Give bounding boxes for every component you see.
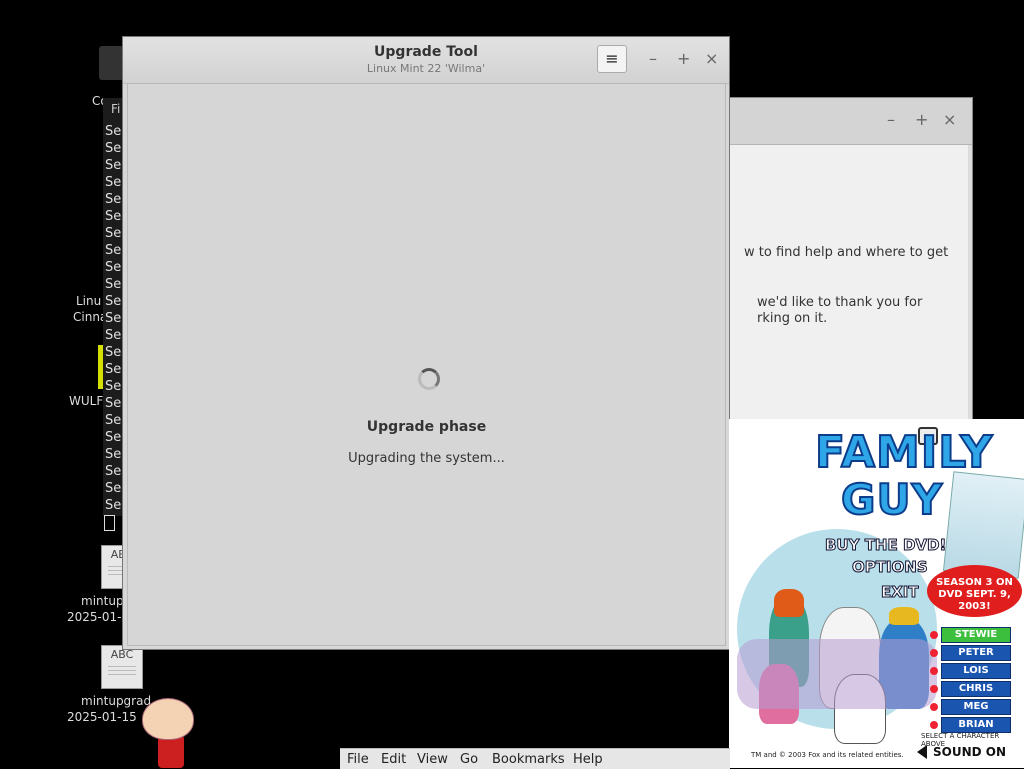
couch-shape <box>737 639 937 709</box>
buy-dvd-link[interactable]: BUY THE DVD! <box>824 536 946 555</box>
minimize-icon[interactable]: – <box>649 49 657 68</box>
background-window-line: Se <box>105 243 122 258</box>
dvd-cover-image <box>942 471 1024 579</box>
minimize-icon[interactable]: – <box>887 110 895 129</box>
exit-link[interactable]: EXIT <box>881 583 920 602</box>
upgrade-tool-window[interactable]: Upgrade Tool Linux Mint 22 'Wilma' ≡ – +… <box>122 36 730 650</box>
speaker-icon[interactable] <box>917 745 927 759</box>
chris-cap <box>889 607 919 625</box>
menu-go[interactable]: Go <box>460 752 478 767</box>
welcome-text-1: w to find help and where to get <box>744 245 949 260</box>
background-window-line: Se <box>105 175 122 190</box>
background-window-line: Se <box>105 481 122 496</box>
sound-toggle[interactable]: SOUND ON <box>933 745 1006 759</box>
upgrade-content: Upgrade phase Upgrading the system... <box>127 83 726 646</box>
phase-status: Upgrading the system... <box>348 451 505 466</box>
background-window-line: Se <box>105 430 122 445</box>
character-brian-button[interactable]: BRIAN <box>930 717 1011 733</box>
lois-hair <box>774 589 804 617</box>
character-list: STEWIE PETER LOIS CHRIS MEG BRIAN <box>930 627 1011 735</box>
season-badge: SEASON 3 ON DVD SEPT. 9, 2003! <box>927 565 1022 617</box>
background-window-line: Se <box>105 141 122 156</box>
background-window-line: Se <box>105 294 122 309</box>
welcome-window-content: w to find help and where to get we'd lik… <box>729 145 968 420</box>
maximize-icon[interactable]: + <box>915 110 928 129</box>
background-window-line: Se <box>105 158 122 173</box>
menu-bookmarks[interactable]: Bookmarks <box>492 752 565 767</box>
background-window-line: Se <box>105 311 122 326</box>
window-title: Upgrade Tool <box>374 44 478 60</box>
background-window-line: Se <box>105 192 122 207</box>
window-titlebar[interactable]: Upgrade Tool Linux Mint 22 'Wilma' ≡ – +… <box>123 37 729 84</box>
background-window-line: Se <box>105 396 122 411</box>
background-window-line: Se <box>105 345 122 360</box>
character-chris-button[interactable]: CHRIS <box>930 681 1011 697</box>
menu-edit[interactable]: Edit <box>381 752 406 767</box>
copyright-text: TM and © 2003 Fox and its related entiti… <box>751 751 904 759</box>
menu-view[interactable]: View <box>417 752 448 767</box>
background-window-line: Se <box>105 328 122 343</box>
file-lines <box>108 666 136 678</box>
character-meg-button[interactable]: MEG <box>930 699 1011 715</box>
menu-help[interactable]: Help <box>573 752 603 767</box>
text-file-icon-2[interactable]: ABC <box>101 645 143 689</box>
welcome-window-titlebar[interactable]: – + × <box>729 98 972 145</box>
maximize-icon[interactable]: + <box>677 49 690 68</box>
stewie-pet-head[interactable] <box>142 698 194 740</box>
linux-mint-icon-label: Linu <box>76 294 102 308</box>
options-link[interactable]: OPTIONS <box>852 558 929 577</box>
background-window-line: Se <box>105 260 122 275</box>
character-stewie-button[interactable]: STEWIE <box>930 627 1011 643</box>
welcome-window[interactable]: – + × w to find help and where to get we… <box>728 97 973 421</box>
spinner-icon <box>418 368 440 390</box>
close-icon[interactable]: × <box>943 110 956 129</box>
background-window-line: Se <box>105 362 122 377</box>
background-window-line: Se <box>105 277 122 292</box>
family-guy-panel[interactable]: FAMILY GUY BUY THE DVD! OPTIONS EXIT SEA… <box>729 419 1024 768</box>
background-window-line: Se <box>105 447 122 462</box>
phase-title: Upgrade phase <box>366 419 487 435</box>
linux-mint-icon-label-2: Cinna <box>73 310 108 324</box>
background-window-line: Se <box>105 379 122 394</box>
background-window-line: Se <box>105 209 122 224</box>
character-peter-button[interactable]: PETER <box>930 645 1011 661</box>
menu-file[interactable]: File <box>347 752 369 767</box>
background-window-title: Fi <box>111 102 121 116</box>
welcome-text-2: we'd like to thank you for <box>757 295 923 310</box>
background-window-line: Se <box>105 464 122 479</box>
background-window-line: Se <box>105 498 122 513</box>
family-logo: FAMILY <box>814 426 994 479</box>
file-date-2: 2025-01-15 <box>67 710 137 724</box>
window-subtitle: Linux Mint 22 'Wilma' <box>366 62 486 75</box>
file-manager-menubar: File Edit View Go Bookmarks Help <box>340 748 730 769</box>
background-window-line: Se <box>105 413 122 428</box>
checkbox-icon[interactable] <box>104 515 115 531</box>
guy-logo: GUY <box>840 474 943 525</box>
hamburger-menu-button[interactable]: ≡ <box>597 45 627 73</box>
background-window-line: Se <box>105 226 122 241</box>
welcome-text-3: rking on it. <box>757 311 828 326</box>
character-lois-button[interactable]: LOIS <box>930 663 1011 679</box>
close-icon[interactable]: × <box>705 49 718 68</box>
background-window-line: Se <box>105 124 122 139</box>
